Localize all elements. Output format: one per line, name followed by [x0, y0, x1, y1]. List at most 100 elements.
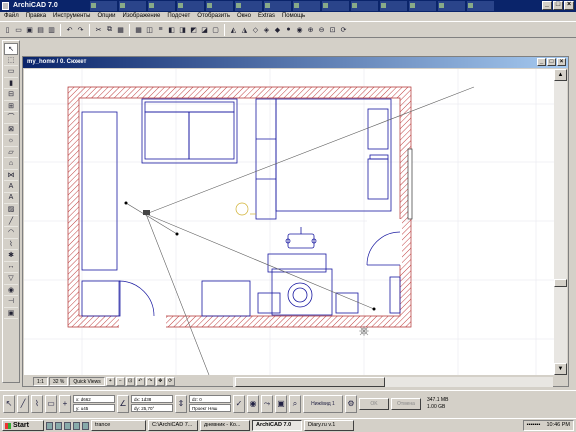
background-window-tab[interactable]	[322, 1, 349, 11]
tray-icons[interactable]: ▪▪▪▪▪▪▪	[527, 421, 541, 430]
fill-tool-icon[interactable]: ▨	[4, 204, 18, 216]
snap-icon[interactable]: ◫	[145, 25, 154, 34]
method-rect-icon[interactable]: ▭	[45, 394, 57, 413]
scroll-up-arrow[interactable]: ▲	[554, 69, 567, 81]
line-tool-icon[interactable]: ╱	[4, 216, 18, 227]
taskbar-item[interactable]: дневник - Ко...	[200, 420, 250, 431]
check-icon[interactable]: ✓	[233, 394, 245, 413]
path-icon[interactable]: ⤳	[261, 394, 273, 413]
taskbar-item[interactable]: C:\ArchiCAD 7...	[148, 420, 198, 431]
mesh-tool-icon[interactable]: ⋈	[4, 170, 18, 181]
3d-window-icon[interactable]: ◪	[200, 25, 209, 34]
arrow-tool-icon[interactable]: ↖	[4, 43, 18, 55]
object-tool-icon[interactable]: ⊠	[4, 124, 18, 135]
plan-view-field[interactable]: Ниж/вид 1	[303, 394, 343, 413]
background-window-tab[interactable]	[148, 1, 175, 11]
wireframe-icon[interactable]: ◇	[251, 25, 260, 34]
dy-coordinate[interactable]: dy: 25,70°	[131, 404, 173, 412]
background-window-tab[interactable]	[264, 1, 291, 11]
menu-help[interactable]: Помощь	[282, 12, 305, 21]
doc-minimize-button[interactable]: _	[537, 58, 546, 66]
settings-icon[interactable]: ⚙	[345, 394, 357, 413]
section-tool-icon[interactable]: ⊣	[4, 296, 18, 308]
background-window-tab[interactable]	[293, 1, 320, 11]
x-coordinate[interactable]: x: d662	[73, 395, 115, 403]
pan-icon[interactable]: ✥	[155, 377, 165, 386]
frame-icon[interactable]: ▣	[275, 394, 287, 413]
roof-tool-icon[interactable]: ⌂	[4, 158, 18, 170]
horizontal-scrollbar[interactable]	[233, 377, 553, 387]
background-window-tab[interactable]	[351, 1, 378, 11]
text-tool-icon[interactable]: A	[4, 181, 18, 193]
close-button[interactable]: ×	[564, 1, 574, 10]
doc-close-button[interactable]: ×	[557, 58, 566, 66]
shading-icon[interactable]: ◆	[273, 25, 282, 34]
paste-icon[interactable]: ▦	[116, 25, 125, 34]
axonometry-icon[interactable]: ◮	[240, 25, 249, 34]
scroll-down-arrow[interactable]: ▼	[554, 363, 567, 375]
quicklaunch-icon[interactable]	[73, 421, 80, 430]
height-icon[interactable]: ⇕	[175, 394, 187, 413]
background-window-tab[interactable]	[467, 1, 494, 11]
doc-maximize-button[interactable]: □	[547, 58, 556, 66]
copy-icon[interactable]: ⧉	[105, 25, 114, 34]
menu-edit[interactable]: Правка	[26, 12, 46, 21]
lamp-tool-icon[interactable]: ☼	[4, 135, 18, 147]
drawing-canvas[interactable]	[24, 69, 554, 375]
menu-file[interactable]: Файл	[4, 12, 19, 21]
floor-plan-icon[interactable]: ▢	[211, 25, 220, 34]
elevation-icon[interactable]: ◨	[178, 25, 187, 34]
level-tool-icon[interactable]: ▽	[4, 273, 18, 285]
redo-icon[interactable]: ↷	[76, 25, 85, 34]
rebuild-icon[interactable]: ⟳	[339, 25, 348, 34]
maximize-button[interactable]: □	[553, 1, 563, 10]
zoom-in-icon[interactable]: +	[105, 377, 115, 386]
start-button[interactable]: Start	[2, 420, 44, 431]
menu-display[interactable]: Отобразить	[197, 12, 230, 21]
zoom-out-icon[interactable]: ⊖	[317, 25, 326, 34]
minimize-button[interactable]: _	[542, 1, 552, 10]
method-polygon-icon[interactable]: ⌇	[31, 394, 43, 413]
window-tool-icon[interactable]: ⊞	[4, 101, 18, 112]
angle-icon[interactable]: ∠	[117, 394, 129, 413]
vertical-scrollbar[interactable]: ▲ ▼	[554, 69, 567, 375]
camera-tool-icon[interactable]: ◉	[4, 285, 18, 296]
z-coordinate[interactable]: dz: 0	[189, 395, 231, 403]
background-window-tab[interactable]	[177, 1, 204, 11]
hotspot-tool-icon[interactable]: ✱	[4, 250, 18, 262]
background-window-tab[interactable]	[235, 1, 262, 11]
label-tool-icon[interactable]: A	[4, 193, 18, 204]
quick-views-button[interactable]: Quick Views	[69, 377, 105, 386]
menu-extras[interactable]: Extras	[258, 12, 275, 21]
camera-icon[interactable]: ◉	[295, 25, 304, 34]
detail-icon[interactable]: ◩	[189, 25, 198, 34]
quicklaunch-icon[interactable]	[82, 421, 89, 430]
fit-in-window-icon[interactable]: ⊡	[125, 377, 135, 386]
menu-calculate[interactable]: Подсчет	[167, 12, 190, 21]
column-tool-icon[interactable]: ▮	[4, 78, 18, 89]
layer-field[interactable]: Проект Няш	[189, 404, 231, 412]
layers-icon[interactable]: ≡	[156, 25, 165, 34]
dimension-tool-icon[interactable]: ↔	[4, 262, 18, 273]
quicklaunch-icon[interactable]	[64, 421, 71, 430]
door-tool-icon[interactable]: ⌒	[4, 112, 18, 124]
menu-window[interactable]: Окно	[237, 12, 251, 21]
background-window-tab[interactable]	[380, 1, 407, 11]
scale-field[interactable]: 1:1	[33, 377, 48, 386]
camera-settings-icon[interactable]: ◉	[247, 394, 259, 413]
menu-tools[interactable]: Инструменты	[53, 12, 90, 21]
grid-icon[interactable]: ▦	[134, 25, 143, 34]
ok-button[interactable]: OK	[359, 397, 389, 410]
background-window-tab[interactable]	[438, 1, 465, 11]
method-add-icon[interactable]: +	[59, 394, 71, 413]
menu-image[interactable]: Изображение	[123, 12, 161, 21]
zoom-out-icon[interactable]: −	[115, 377, 125, 386]
render-icon[interactable]: ●	[284, 25, 293, 34]
fit-window-icon[interactable]: ⊡	[328, 25, 337, 34]
new-file-icon[interactable]: ▯	[3, 25, 12, 34]
hidden-line-icon[interactable]: ◈	[262, 25, 271, 34]
previous-zoom-icon[interactable]: ↶	[135, 377, 145, 386]
taskbar-item-active[interactable]: ArchiCAD 7.0	[252, 420, 302, 431]
save-icon[interactable]: ▣	[25, 25, 34, 34]
slab-tool-icon[interactable]: ▱	[4, 147, 18, 158]
